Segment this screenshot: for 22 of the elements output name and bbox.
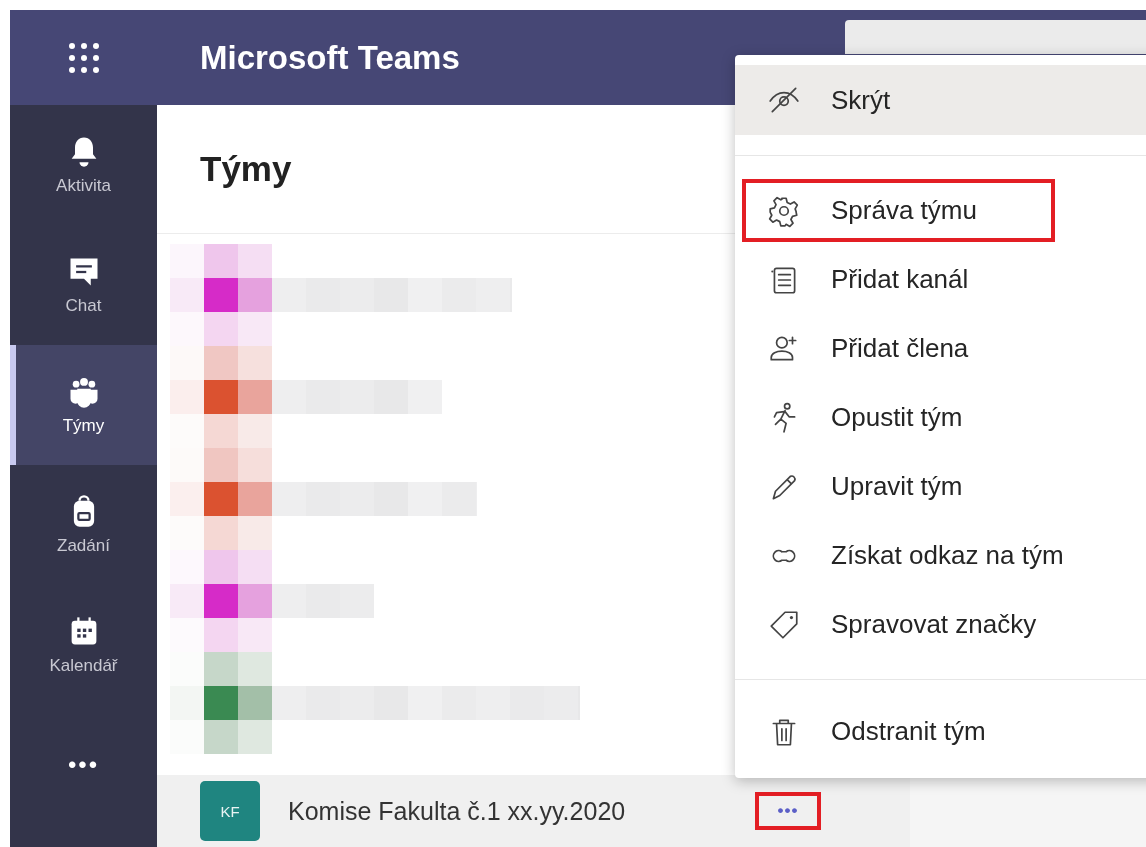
- more-button[interactable]: •••: [10, 705, 157, 825]
- rail-tab[interactable]: Týmy: [10, 345, 157, 465]
- menu-item[interactable]: Správa týmu: [735, 176, 1146, 245]
- rail-tab[interactable]: Zadání: [10, 465, 157, 585]
- menu-item[interactable]: Přidat kanál: [735, 245, 1146, 314]
- menu-item[interactable]: Opustit tým: [735, 383, 1146, 452]
- team-avatar: KF: [200, 781, 260, 842]
- menu-item[interactable]: Spravovat značky: [735, 590, 1146, 659]
- app-title: Microsoft Teams: [200, 38, 460, 77]
- rail-tab[interactable]: Chat: [10, 225, 157, 345]
- more-options-button[interactable]: •••: [755, 792, 821, 831]
- rail-tab[interactable]: Kalendář: [10, 585, 157, 705]
- team-name: Komise Fakulta č.1 xx.yy.2020: [288, 796, 627, 826]
- rail-tab[interactable]: Aktivita: [10, 105, 157, 225]
- app-grid-icon[interactable]: [66, 40, 101, 75]
- menu-item[interactable]: Odstranit tým: [735, 697, 1146, 766]
- menu-item[interactable]: Upravit tým: [735, 452, 1146, 521]
- menu-item[interactable]: Získat odkaz na tým: [735, 521, 1146, 590]
- menu-item[interactable]: Přidat člena: [735, 314, 1146, 383]
- menu-item[interactable]: Skrýt: [735, 65, 1146, 135]
- panel-heading: Týmy: [200, 149, 292, 189]
- team-row[interactable]: KF Komise Fakulta č.1 xx.yy.2020 •••: [157, 775, 910, 847]
